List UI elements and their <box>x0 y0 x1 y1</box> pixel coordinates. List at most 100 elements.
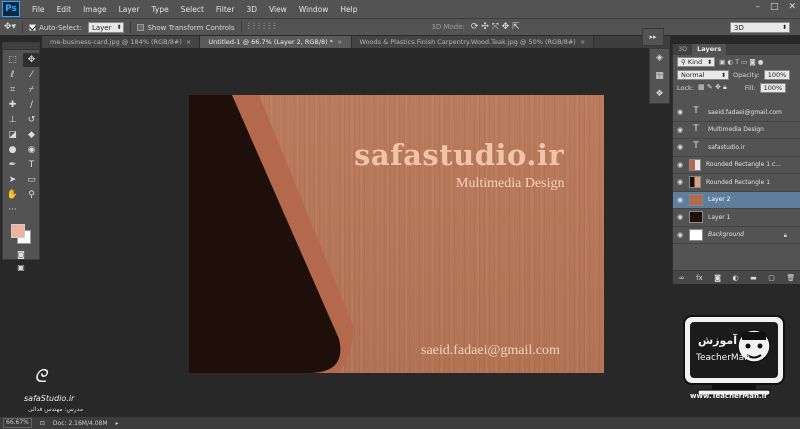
text-layer-icon: T <box>693 141 699 152</box>
eye-icon[interactable]: ◉ <box>673 178 687 186</box>
blur-tool-icon[interactable]: ● <box>4 143 21 157</box>
fill-input[interactable]: 100% <box>759 82 787 93</box>
layer-row-selected[interactable]: ◉ Layer 2 <box>673 191 800 209</box>
menu-file[interactable]: File <box>26 5 51 14</box>
healing-tool-icon[interactable]: ✚ <box>4 98 21 112</box>
add-mask-icon[interactable]: ◙ <box>714 274 721 282</box>
eye-icon[interactable]: ◉ <box>673 161 687 169</box>
tab-untitled-1[interactable]: Untitled-1 @ 66.7% (Layer 2, RGB/8) * × <box>200 36 352 48</box>
photoshop-logo: Ps <box>2 1 20 17</box>
brush-tool-icon[interactable]: ∕ <box>23 98 40 112</box>
auto-select-target-dropdown[interactable]: Layer <box>87 21 125 33</box>
blend-mode-dropdown[interactable]: Normal <box>677 69 729 80</box>
layer-row[interactable]: ◉ Rounded Rectangle 1 <box>673 174 800 192</box>
crop-tool-icon[interactable]: ⌗ <box>4 83 21 97</box>
layer-row[interactable]: ◉ T saeid.fadaei@gmail.com <box>673 104 800 122</box>
status-icon: ⊡ <box>39 419 45 427</box>
stamp-tool-icon[interactable]: ⊥ <box>4 113 21 127</box>
layer-row[interactable]: ◉ Background 🔒︎ <box>673 227 800 244</box>
menu-3d[interactable]: 3D <box>240 5 263 14</box>
close-icon[interactable]: × <box>337 38 342 46</box>
lock-icons[interactable]: ▦ ✎ ✥ 🔒︎ <box>698 83 727 92</box>
type-tool-icon[interactable]: T <box>23 158 40 172</box>
menu-filter[interactable]: Filter <box>210 5 241 14</box>
menu-edit[interactable]: Edit <box>51 5 78 14</box>
eye-icon[interactable]: ◉ <box>673 213 687 221</box>
auto-select-checkbox[interactable]: Auto-Select: <box>29 23 82 32</box>
status-arrow-icon[interactable]: ▸ <box>116 420 119 427</box>
move-tool-icon[interactable]: ✥ <box>23 53 40 67</box>
move-tool-preset-icon[interactable]: ✥▾ <box>4 22 16 32</box>
eye-icon[interactable]: ◉ <box>673 196 687 204</box>
zoom-tool-icon[interactable]: ⚲ <box>23 188 40 202</box>
3d-panel-icon[interactable]: ◈ <box>656 53 663 63</box>
more-tools-icon[interactable]: ··· <box>4 203 21 217</box>
tab-business-card[interactable]: me-business-card.jpg @ 184% (RGB/8#) × <box>42 36 201 48</box>
fill-label: Fill: <box>744 83 756 92</box>
eye-icon[interactable]: ◉ <box>673 108 687 116</box>
close-button[interactable]: ✕ <box>788 2 796 12</box>
menu-image[interactable]: Image <box>77 5 113 14</box>
paint-bucket-tool-icon[interactable]: ◆ <box>23 128 40 142</box>
eye-icon[interactable]: ◉ <box>673 126 687 134</box>
layer-name: saeid.fadaei@gmail.com <box>708 108 782 116</box>
filter-type-icons[interactable]: ▣ ◐ T ▭ ◙ ● <box>719 58 763 66</box>
marquee-tool-icon[interactable]: ⬚ <box>4 53 21 67</box>
path-select-tool-icon[interactable]: ➤ <box>4 173 21 187</box>
link-layers-icon[interactable]: ∞ <box>679 274 685 282</box>
tools-panel-header[interactable] <box>3 43 39 50</box>
history-brush-tool-icon[interactable]: ↺ <box>23 113 40 127</box>
document-canvas[interactable]: safastudio.ir Multimedia Design saeid.fa… <box>189 95 604 373</box>
tools-panel: ⬚ ✥ ℓ ⁄ ⌗ ⌿ ✚ ∕ ⊥ ↺ ◪ ◆ ● ◉ ✒ T ➤ ▭ ✋ ⚲ … <box>2 42 40 272</box>
menu-layer[interactable]: Layer <box>113 5 146 14</box>
tab-layers[interactable]: Layers <box>692 44 727 55</box>
new-layer-icon[interactable]: ▢ <box>768 274 775 282</box>
eraser-tool-icon[interactable]: ◪ <box>4 128 21 142</box>
tab-3d[interactable]: 3D <box>673 44 692 55</box>
divider <box>130 21 132 33</box>
foreground-color-swatch[interactable] <box>11 224 25 238</box>
show-transform-checkbox[interactable]: Show Transform Controls <box>137 23 235 32</box>
eye-icon[interactable]: ◉ <box>673 143 687 151</box>
eye-icon[interactable]: ◉ <box>673 231 687 239</box>
menu-select[interactable]: Select <box>175 5 210 14</box>
tab-woods-plastics[interactable]: Woods & Plastics.Finish Carpentry.Wood.T… <box>351 36 595 48</box>
auto-select-label: Auto-Select: <box>39 23 82 32</box>
quick-mask-icon[interactable]: ◙ <box>17 250 25 259</box>
layer-filter-dropdown[interactable]: ⚲ Kind <box>677 56 716 67</box>
quick-select-tool-icon[interactable]: ⁄ <box>23 68 40 82</box>
collapsed-panel-strip[interactable]: ▸▸ <box>642 28 664 46</box>
minimize-button[interactable]: – <box>755 2 760 12</box>
menu-help[interactable]: Help <box>334 5 363 14</box>
menu-type[interactable]: Type <box>146 5 175 14</box>
dodge-tool-icon[interactable]: ◉ <box>23 143 40 157</box>
watermark-subtitle: مدرس: مهندس فدائی <box>28 406 84 413</box>
new-group-icon[interactable]: ▬ <box>750 274 757 282</box>
lasso-tool-icon[interactable]: ℓ <box>4 68 21 82</box>
adjustment-layer-icon[interactable]: ◐ <box>733 274 739 282</box>
close-icon[interactable]: × <box>186 38 191 46</box>
rectangle-tool-icon[interactable]: ▭ <box>23 173 40 187</box>
layer-style-icon[interactable]: fx <box>696 274 703 282</box>
align-icons[interactable]: ⫶ ⫶ ⫶ ⫶ ⫶ ⫶ <box>248 22 276 32</box>
adjustments-panel-icon[interactable]: ❖ <box>655 89 663 99</box>
layer-row[interactable]: ◉ T safastudio.ir <box>673 139 800 157</box>
zoom-level[interactable]: 66.67% <box>3 418 32 428</box>
layer-row[interactable]: ◉ Rounded Rectangle 1 c... <box>673 157 800 174</box>
pen-tool-icon[interactable]: ✒ <box>4 158 21 172</box>
opacity-input[interactable]: 100% <box>763 69 791 80</box>
workspace-dropdown[interactable]: 3D <box>730 22 790 33</box>
layer-filter-row: ⚲ Kind ▣ ◐ T ▭ ◙ ● <box>673 55 800 68</box>
3d-mode-icons[interactable]: ⟳ ✣ ⤧ ✥ ⇱ <box>471 22 520 32</box>
maximize-button[interactable]: □ <box>770 2 779 12</box>
layer-row[interactable]: ◉ T Multimedia Design <box>673 122 800 139</box>
layer-row[interactable]: ◉ Layer 1 <box>673 209 800 227</box>
screen-mode-icon[interactable]: ▣ <box>17 263 25 272</box>
close-icon[interactable]: × <box>580 38 585 46</box>
menu-window[interactable]: Window <box>293 5 335 14</box>
eyedropper-tool-icon[interactable]: ⌿ <box>23 83 40 97</box>
swatches-panel-icon[interactable]: ▦ <box>655 71 664 81</box>
menu-view[interactable]: View <box>263 5 293 14</box>
hand-tool-icon[interactable]: ✋ <box>4 188 21 202</box>
delete-layer-icon[interactable]: 🗑︎ <box>786 274 795 282</box>
